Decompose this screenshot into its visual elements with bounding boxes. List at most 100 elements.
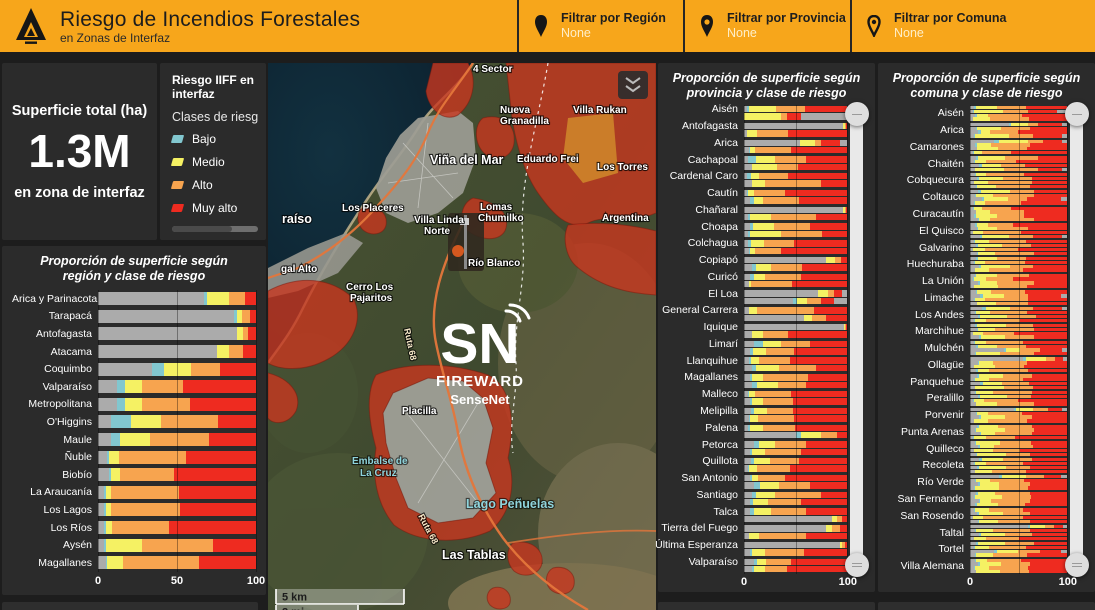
stacked-bar — [970, 553, 1067, 557]
chart-row: Metropolitana — [12, 396, 256, 414]
category-label: Arica — [714, 136, 738, 149]
stacked-bar — [970, 419, 1067, 423]
chart-group: Marchihue — [882, 323, 1091, 340]
category-label: Galvarino — [919, 241, 964, 254]
stacked-bar — [970, 234, 1067, 239]
satellite-map[interactable]: SN FIREWARD SenseNet 5 km 2 mi 4 Sector N… — [268, 63, 656, 610]
stacked-bar — [744, 391, 847, 398]
bar-track — [98, 309, 256, 323]
chart-group: Cobquecura — [882, 172, 1091, 189]
stacked-bar — [970, 344, 1067, 348]
map-place-label: raíso — [282, 212, 312, 226]
chart-group: Mulchén — [882, 340, 1091, 357]
stacked-bar — [970, 139, 1067, 143]
category-label: Cachapoal — [687, 153, 738, 166]
chart-group: Punta Arenas — [882, 424, 1091, 441]
stacked-bar — [970, 210, 1067, 214]
category-range-slider[interactable] — [844, 102, 869, 577]
stacked-bar — [744, 256, 847, 264]
map-place-label: Viña del Mar — [430, 153, 504, 167]
map-collapse-button[interactable] — [618, 71, 648, 99]
stacked-bar — [98, 556, 256, 570]
stacked-bar — [744, 139, 847, 146]
filter-region[interactable]: Filtrar por Región None — [517, 0, 683, 52]
stacked-bar — [970, 508, 1067, 512]
category-label: Recoleta — [922, 459, 964, 472]
stacked-bar — [970, 126, 1067, 130]
category-label: Cautín — [707, 187, 738, 200]
category-label: La Unión — [921, 275, 964, 288]
category-label: O'Higgins — [46, 415, 92, 428]
legend-item: Muy alto — [170, 201, 258, 215]
scrollbar-thumb[interactable] — [172, 226, 233, 232]
slider-handle-bottom[interactable] — [1064, 553, 1089, 577]
category-label: Llanquihue — [686, 354, 738, 367]
stacked-bar — [970, 469, 1067, 473]
bar-track — [98, 292, 256, 306]
chart-provincia: Proporción de superficie según provincia… — [655, 63, 875, 592]
filter-provincia[interactable]: Filtrar por Provincia None — [683, 0, 850, 52]
svg-text:2 mi: 2 mi — [282, 607, 304, 610]
map-panel[interactable]: SN FIREWARD SenseNet 5 km 2 mi 4 Sector N… — [268, 63, 656, 610]
stacked-bar — [970, 180, 1067, 184]
category-label: Ñuble — [64, 451, 92, 464]
chart-row: La Araucanía — [12, 484, 256, 502]
chart-comuna-title: Proporción de superficie según comuna y … — [892, 71, 1081, 100]
stacked-bar — [744, 180, 847, 187]
chart-group: Iquique — [662, 321, 871, 340]
next-row-panel-peek — [878, 602, 1095, 610]
category-label: Los Andes — [914, 308, 964, 321]
stacked-bar — [970, 435, 1067, 440]
axis-tick-label: 50 — [170, 574, 184, 587]
stacked-bar — [744, 197, 847, 204]
slider-handle-bottom[interactable] — [844, 553, 869, 577]
axis-tick-label: 100 — [246, 574, 266, 587]
stacked-bar — [744, 297, 847, 305]
stacked-bar — [970, 327, 1067, 332]
stacked-bar — [970, 558, 1067, 562]
chart-comuna: Proporción de superficie según comuna y … — [878, 63, 1095, 592]
axis-tick-label: 100 — [838, 576, 857, 589]
chart-group: Santiago — [662, 489, 871, 508]
category-label: Chañaral — [695, 203, 738, 216]
category-label: Mulchén — [924, 342, 964, 355]
stacked-bar — [970, 184, 1067, 188]
stacked-bar — [744, 122, 847, 130]
category-label: Antofagasta — [681, 119, 738, 132]
axis-tick-label: 0 — [740, 576, 748, 589]
stacked-bar — [970, 562, 1067, 566]
stacked-bar — [744, 281, 847, 288]
stacked-bar — [970, 106, 1067, 110]
slider-handle-top[interactable] — [844, 102, 869, 126]
stacked-bar — [98, 292, 256, 306]
category-label: San Antonio — [681, 472, 738, 485]
stacked-bar — [744, 189, 847, 197]
slider-handle-top[interactable] — [1064, 102, 1089, 126]
legend-item: Alto — [170, 178, 258, 192]
bar-track — [98, 485, 256, 499]
bar-track — [98, 362, 256, 376]
legend-items: Bajo Medio Alto Muy alto — [170, 132, 258, 224]
stacked-bar — [970, 335, 1067, 339]
stacked-bar — [970, 340, 1067, 345]
stacked-bar — [744, 541, 847, 549]
chart-row: Arica y Parinacota — [12, 290, 256, 308]
stacked-bar — [970, 495, 1067, 499]
filter-comuna[interactable]: Filtrar por Comuna None — [850, 0, 1095, 52]
stacked-bar — [970, 247, 1067, 252]
category-range-slider[interactable] — [1064, 102, 1089, 577]
stacked-bar — [98, 415, 256, 429]
legend-horizontal-scrollbar[interactable] — [172, 226, 258, 232]
stacked-bar — [970, 452, 1067, 457]
stacked-bar — [970, 385, 1067, 389]
stacked-bar — [970, 478, 1067, 482]
stacked-bar — [970, 411, 1067, 415]
chart-group: Cautín — [662, 187, 871, 206]
chart-group: Cardenal Caro — [662, 170, 871, 189]
stacked-bar — [744, 465, 847, 472]
stacked-bar — [970, 365, 1067, 369]
bar-track — [98, 503, 256, 517]
stacked-bar — [970, 240, 1067, 244]
chart-row: Los Lagos — [12, 501, 256, 519]
map-place-label: gal Alto — [281, 264, 317, 275]
